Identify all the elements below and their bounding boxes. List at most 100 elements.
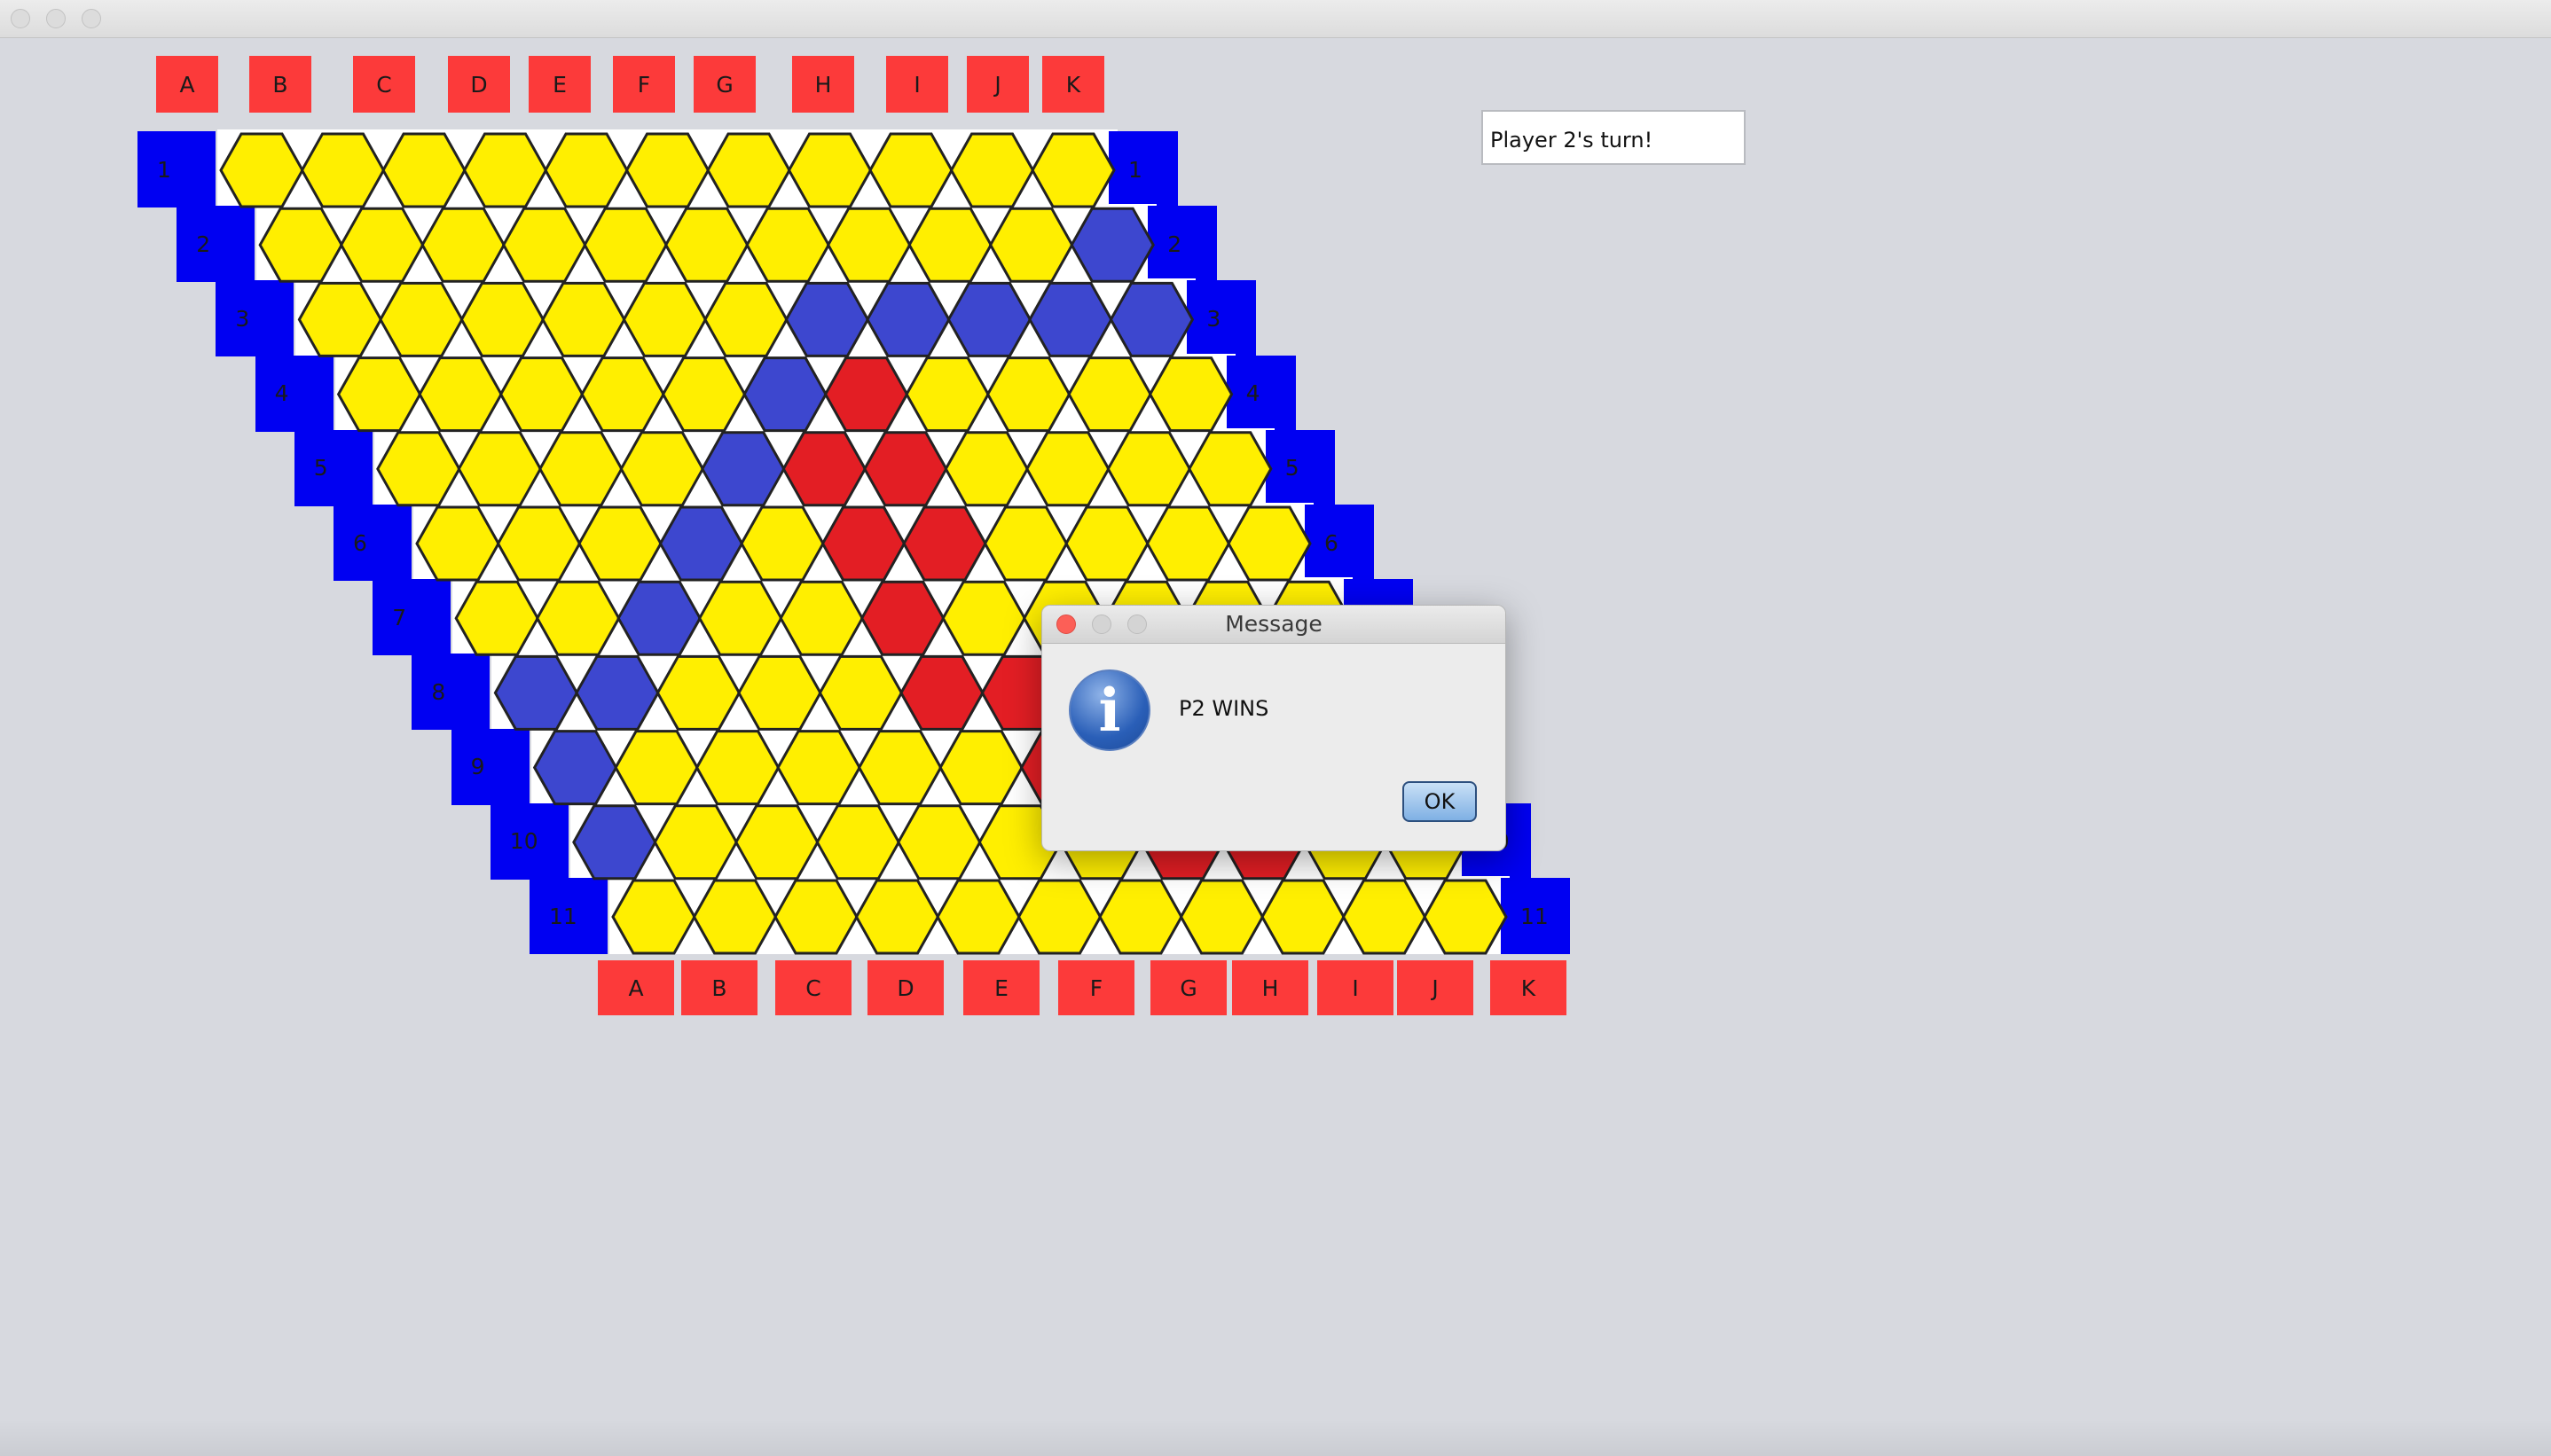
hex-cell-empty[interactable] (1423, 879, 1508, 955)
hex-cell-empty[interactable] (457, 431, 543, 507)
hex-cell-blue[interactable] (658, 505, 744, 582)
hex-cell-empty[interactable] (1145, 505, 1231, 582)
hex-cell-empty[interactable] (779, 580, 864, 656)
hex-cell-empty[interactable] (1025, 431, 1111, 507)
hex-cell-empty[interactable] (619, 431, 705, 507)
hex-cell-empty[interactable] (818, 654, 904, 731)
hex-cell-empty[interactable] (1031, 132, 1116, 208)
hex-cell-blue[interactable] (701, 431, 786, 507)
hex-cell-empty[interactable] (1148, 356, 1234, 433)
hex-cell-empty[interactable] (734, 804, 820, 881)
hex-cell-empty[interactable] (624, 132, 710, 208)
hex-cell-empty[interactable] (1106, 431, 1192, 507)
hex-cell-empty[interactable] (219, 132, 304, 208)
hex-cell-red[interactable] (859, 580, 946, 656)
hex-cell-empty[interactable] (949, 132, 1035, 208)
hex-cell-empty[interactable] (415, 505, 500, 582)
hex-cell-red[interactable] (863, 431, 948, 507)
hex-cell-blue[interactable] (493, 654, 579, 731)
hex-cell-empty[interactable] (745, 207, 830, 283)
hex-cell-empty[interactable] (706, 132, 791, 208)
hex-cell-blue[interactable] (532, 730, 618, 806)
hex-cell-empty[interactable] (661, 356, 747, 433)
hex-cell-empty[interactable] (857, 730, 943, 806)
hex-cell-empty[interactable] (297, 281, 383, 357)
hex-cell-empty[interactable] (703, 281, 789, 357)
hex-cell-red[interactable] (823, 356, 909, 433)
hex-cell-empty[interactable] (339, 207, 425, 283)
dialog-close-button[interactable] (1056, 614, 1076, 634)
hex-cell-empty[interactable] (496, 505, 582, 582)
hex-cell-empty[interactable] (420, 207, 506, 283)
hex-cell-empty[interactable] (1067, 356, 1152, 433)
hex-cell-empty[interactable] (737, 654, 822, 731)
hex-cell-empty[interactable] (655, 654, 742, 731)
hex-cell-blue[interactable] (866, 281, 951, 357)
hex-cell-blue[interactable] (784, 281, 870, 357)
hex-cell-empty[interactable] (300, 132, 386, 208)
hex-cell-empty[interactable] (988, 207, 1074, 283)
hex-cell-blue[interactable] (946, 281, 1032, 357)
hex-cell-empty[interactable] (1098, 879, 1183, 955)
hex-cell-empty[interactable] (454, 580, 539, 656)
hex-cell-empty[interactable] (653, 804, 739, 881)
hex-cell-empty[interactable] (381, 132, 467, 208)
hex-cell-empty[interactable] (1341, 879, 1427, 955)
hex-cell-blue[interactable] (575, 654, 660, 731)
hex-cell-empty[interactable] (376, 431, 461, 507)
hex-cell-empty[interactable] (379, 281, 464, 357)
hex-cell-empty[interactable] (501, 207, 587, 283)
hex-cell-empty[interactable] (258, 207, 343, 283)
hex-cell-empty[interactable] (462, 132, 548, 208)
hex-cell-empty[interactable] (740, 505, 825, 582)
hex-cell-red[interactable] (781, 431, 867, 507)
hex-cell-empty[interactable] (1179, 879, 1265, 955)
hex-cell-red[interactable] (902, 505, 987, 582)
hex-cell-empty[interactable] (936, 879, 1021, 955)
hex-cell-blue[interactable] (1109, 281, 1195, 357)
hex-cell-empty[interactable] (868, 132, 954, 208)
hex-cell-red[interactable] (899, 654, 985, 731)
hex-cell-empty[interactable] (1260, 879, 1346, 955)
hex-cell-empty[interactable] (787, 132, 873, 208)
hex-cell-empty[interactable] (985, 356, 1071, 433)
hex-cell-blue[interactable] (1070, 207, 1155, 283)
hex-cell-empty[interactable] (1227, 505, 1312, 582)
ok-button[interactable]: OK (1402, 781, 1477, 822)
hex-cell-empty[interactable] (541, 281, 626, 357)
hex-cell-empty[interactable] (983, 505, 1069, 582)
hex-cell-empty[interactable] (1016, 879, 1103, 955)
hex-cell-empty[interactable] (905, 356, 990, 433)
hex-cell-empty[interactable] (695, 730, 781, 806)
hex-cell-empty[interactable] (498, 356, 585, 433)
hex-cell-empty[interactable] (622, 281, 708, 357)
hex-cell-empty[interactable] (854, 879, 940, 955)
hex-cell-empty[interactable] (1064, 505, 1150, 582)
hex-cell-empty[interactable] (815, 804, 901, 881)
hex-cell-empty[interactable] (611, 879, 696, 955)
hex-cell-empty[interactable] (459, 281, 546, 357)
hex-cell-empty[interactable] (418, 356, 503, 433)
hex-cell-empty[interactable] (580, 356, 665, 433)
hex-cell-empty[interactable] (697, 580, 783, 656)
hex-cell-empty[interactable] (583, 207, 668, 283)
hex-cell-empty[interactable] (614, 730, 699, 806)
hex-cell-empty[interactable] (577, 505, 663, 582)
hex-cell-empty[interactable] (944, 431, 1030, 507)
hex-cell-blue[interactable] (742, 356, 828, 433)
hex-cell-empty[interactable] (776, 730, 861, 806)
hex-cell-empty[interactable] (826, 207, 912, 283)
hex-cell-empty[interactable] (535, 580, 621, 656)
hex-cell-empty[interactable] (336, 356, 422, 433)
hex-cell-empty[interactable] (544, 132, 629, 208)
hex-cell-empty[interactable] (538, 431, 624, 507)
hex-cell-blue[interactable] (572, 804, 657, 881)
hex-cell-empty[interactable] (663, 207, 750, 283)
hex-cell-blue[interactable] (1028, 281, 1113, 357)
hex-cell-empty[interactable] (897, 804, 982, 881)
hex-cell-empty[interactable] (938, 730, 1024, 806)
hex-cell-blue[interactable] (616, 580, 702, 656)
hex-cell-red[interactable] (820, 505, 907, 582)
hex-cell-empty[interactable] (907, 207, 993, 283)
hex-cell-empty[interactable] (773, 879, 859, 955)
